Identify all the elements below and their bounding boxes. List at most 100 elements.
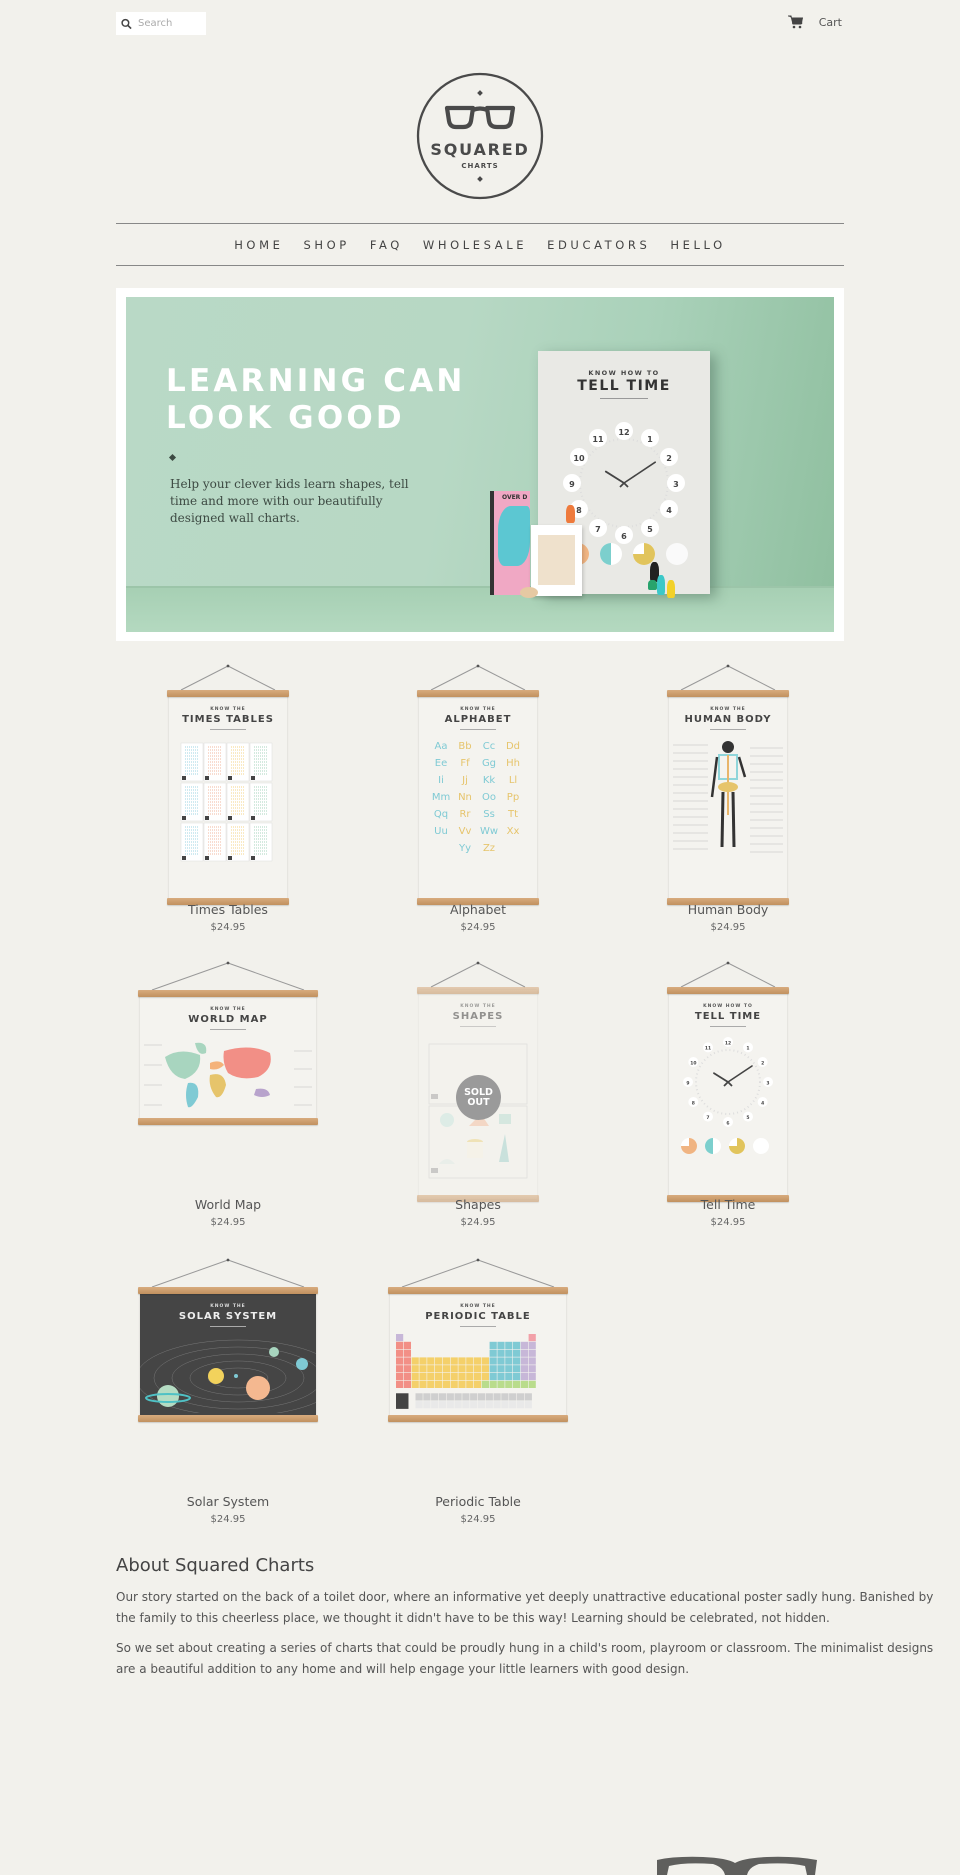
svg-text:Yy: Yy — [458, 843, 471, 854]
product-card-human-body[interactable]: KNOW THE HUMAN BODY Human Body $24.95 — [608, 660, 848, 933]
poster-know: KNOW THE — [210, 1007, 246, 1012]
about-heading: About Squared Charts — [116, 1555, 315, 1576]
about-paragraph-2: So we set about creating a series of cha… — [116, 1641, 934, 1676]
svg-text:10: 10 — [690, 1060, 696, 1066]
poster-illustration — [144, 1042, 312, 1108]
nav-faq[interactable]: FAQ — [370, 238, 403, 252]
poster-art — [140, 1037, 316, 1116]
product-card-world-map[interactable]: KNOW THE WORLD MAP World Map $24.95 — [108, 957, 348, 1228]
crayon-yellow — [667, 580, 675, 598]
photo-frame — [531, 525, 582, 596]
product-image[interactable]: KNOW THE HUMAN BODY — [608, 660, 848, 905]
product-image[interactable]: KNOW THE PERIODIC TABLE — [358, 1254, 598, 1484]
hero-banner[interactable]: LEARNING CAN LOOK GOOD Help your clever … — [116, 288, 844, 641]
poster-paper: KNOW THE HUMAN BODY — [669, 693, 787, 902]
cart-link[interactable]: Cart — [787, 15, 842, 29]
poster-know: KNOW THE — [210, 1304, 246, 1309]
hero-floor — [126, 586, 834, 632]
poster-paper: KNOW THE SOLAR SYSTEM — [135, 1290, 341, 1419]
search-icon — [121, 18, 132, 29]
svg-text:Aa: Aa — [435, 741, 448, 752]
product-name[interactable]: Solar System — [108, 1494, 348, 1509]
poster-rule — [600, 398, 648, 399]
nav-shop[interactable]: SHOP — [303, 238, 349, 252]
product-card-periodic-table[interactable]: KNOW THE PERIODIC TABLE Periodic Table $… — [358, 1254, 598, 1525]
svg-text:Rr: Rr — [459, 809, 471, 820]
poster-know: KNOW THE — [460, 707, 496, 712]
main-nav: HOME SHOP FAQ WHOLESALE EDUCATORS HELLO — [116, 223, 844, 266]
product-price: $24.95 — [460, 1514, 496, 1525]
svg-text:9: 9 — [569, 479, 575, 489]
poster-illustration — [135, 1339, 341, 1417]
nav-wholesale[interactable]: WHOLESALE — [423, 238, 527, 252]
wood-bar-top — [417, 987, 539, 994]
poster-title: PERIODIC TABLE — [425, 1311, 531, 1322]
product-card-shapes[interactable]: KNOW THE SHAPES SOLD OUT Shapes $24.95 — [358, 957, 598, 1228]
product-name[interactable]: Shapes — [358, 1197, 598, 1212]
svg-text:7: 7 — [706, 1115, 709, 1121]
product-image[interactable]: KNOW THE TIMES TABLES — [108, 660, 348, 905]
poster-rule — [210, 729, 246, 730]
product-price: $24.95 — [710, 922, 746, 933]
product-card-times-tables[interactable]: KNOW THE TIMES TABLES Times Tables $24.9… — [108, 660, 348, 933]
wood-bar-bottom — [138, 1118, 318, 1125]
about-paragraph-1: Our story started on the back of a toile… — [116, 1590, 934, 1625]
svg-text:1: 1 — [647, 434, 653, 444]
product-price: $24.95 — [210, 1514, 246, 1525]
search-input[interactable] — [138, 18, 206, 29]
svg-text:Xx: Xx — [507, 826, 520, 837]
poster-paper: KNOW THE TIMES TABLES — [169, 693, 287, 902]
hero-title-line2: LOOK GOOD — [166, 400, 405, 436]
svg-text:5: 5 — [647, 524, 653, 534]
svg-text:2: 2 — [761, 1060, 764, 1066]
svg-text:6: 6 — [621, 531, 627, 541]
product-card-tell-time[interactable]: KNOW HOW TO TELL TIME 12 1 2 3 4 5 6 7 8 9 10 11 Te… — [608, 957, 848, 1228]
product-name[interactable]: Periodic Table — [358, 1494, 598, 1509]
poster-title: HUMAN BODY — [684, 714, 772, 725]
cart-label: Cart — [818, 15, 842, 29]
wood-bar-bottom — [388, 1415, 568, 1422]
poster-illustration: Aa Bb Cc Dd Ee Ff Gg Hh Ii Jj Kk Ll Mm Nn Oo Pp Qq Rr Ss Tt… — [432, 741, 520, 854]
svg-text:4: 4 — [666, 505, 672, 515]
search-box[interactable] — [116, 12, 206, 35]
crayon-teal — [657, 575, 665, 595]
book-title: OVER D — [502, 494, 528, 501]
svg-text:Ll: Ll — [509, 775, 517, 786]
product-image[interactable]: KNOW HOW TO TELL TIME 12 1 2 3 4 5 6 7 8 9 10 11 — [608, 957, 848, 1202]
poster-title: WORLD MAP — [188, 1014, 268, 1025]
poster-paper: KNOW THE ALPHABET Aa Bb Cc Dd Ee Ff Gg Hh Ii Jj Kk… — [419, 693, 537, 902]
product-name[interactable]: Tell Time — [608, 1197, 848, 1212]
svg-text:12: 12 — [618, 427, 629, 437]
nav-educators[interactable]: EDUCATORS — [547, 238, 650, 252]
product-image[interactable]: KNOW THE SOLAR SYSTEM — [108, 1254, 348, 1484]
svg-text:Vv: Vv — [459, 826, 472, 837]
poster-art — [669, 737, 787, 896]
svg-text:1: 1 — [746, 1046, 749, 1052]
poster-rule — [710, 1026, 746, 1027]
product-image[interactable]: KNOW THE ALPHABET Aa Bb Cc Dd Ee Ff Gg Hh Ii Jj Kk… — [358, 660, 598, 905]
poster-illustration — [396, 1334, 536, 1409]
product-image[interactable]: KNOW THE SHAPES SOLD OUT — [358, 957, 598, 1202]
svg-text:Ff: Ff — [460, 758, 470, 769]
product-card-alphabet[interactable]: KNOW THE ALPHABET Aa Bb Cc Dd Ee Ff Gg Hh Ii Jj Kk… — [358, 660, 598, 933]
svg-text:8: 8 — [692, 1100, 695, 1106]
poster-art — [135, 1334, 341, 1417]
poster-know: KNOW THE — [460, 1304, 496, 1309]
svg-text:Nn: Nn — [458, 792, 472, 803]
svg-text:Uu: Uu — [434, 826, 448, 837]
product-price: $24.95 — [460, 922, 496, 933]
svg-text:12: 12 — [725, 1040, 731, 1046]
poster-title: SOLAR SYSTEM — [178, 1311, 278, 1322]
nav-home[interactable]: HOME — [234, 238, 283, 252]
poster-rule — [210, 1326, 246, 1327]
product-name[interactable]: Times Tables — [108, 902, 348, 917]
logo-sub: CHARTS — [461, 162, 498, 170]
product-image[interactable]: KNOW THE WORLD MAP — [108, 957, 348, 1187]
product-name[interactable]: Human Body — [608, 902, 848, 917]
product-name[interactable]: Alphabet — [358, 902, 598, 917]
logo[interactable]: SQUARED CHARTS — [416, 72, 544, 200]
nav-hello[interactable]: HELLO — [670, 238, 725, 252]
product-card-solar-system[interactable]: KNOW THE SOLAR SYSTEM Solar System $24.9… — [108, 1254, 348, 1525]
product-name[interactable]: World Map — [108, 1197, 348, 1212]
svg-text:Zz: Zz — [483, 843, 495, 854]
